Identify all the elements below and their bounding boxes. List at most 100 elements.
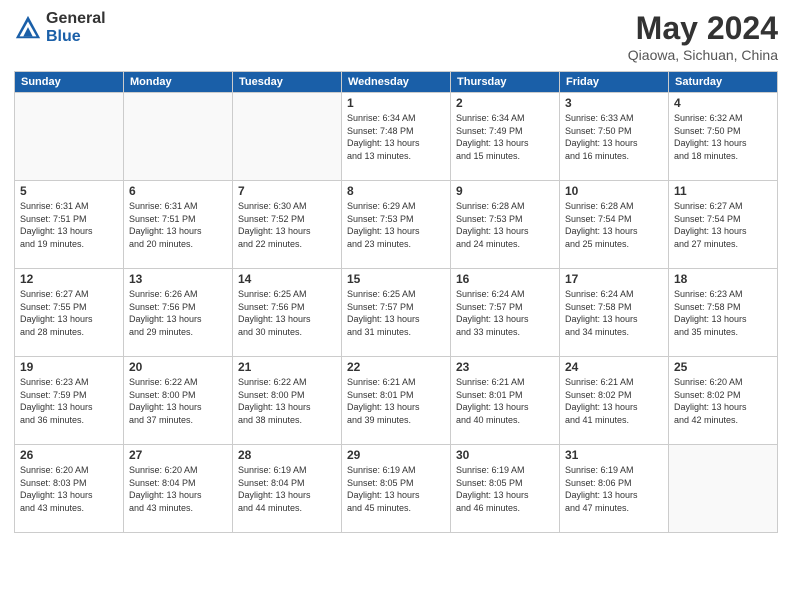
day-number: 11	[674, 184, 772, 198]
day-number: 2	[456, 96, 554, 110]
day-number: 21	[238, 360, 336, 374]
day-info: Sunrise: 6:25 AM Sunset: 7:56 PM Dayligh…	[238, 288, 336, 338]
day-number: 14	[238, 272, 336, 286]
day-info: Sunrise: 6:20 AM Sunset: 8:02 PM Dayligh…	[674, 376, 772, 426]
calendar-cell	[124, 93, 233, 181]
day-number: 17	[565, 272, 663, 286]
week-row-4: 19 Sunrise: 6:23 AM Sunset: 7:59 PM Dayli…	[15, 357, 778, 445]
calendar-cell	[233, 93, 342, 181]
day-info: Sunrise: 6:19 AM Sunset: 8:05 PM Dayligh…	[347, 464, 445, 514]
day-info: Sunrise: 6:29 AM Sunset: 7:53 PM Dayligh…	[347, 200, 445, 250]
calendar-cell: 10Sunrise: 6:28 AM Sunset: 7:54 PM Dayli…	[560, 181, 669, 269]
header: General Blue May 2024 Qiaowa, Sichuan, C…	[14, 10, 778, 63]
calendar-cell: 29 Sunrise: 6:19 AM Sunset: 8:05 PM Dayli…	[342, 445, 451, 533]
calendar-cell: 25Sunrise: 6:20 AM Sunset: 8:02 PM Dayli…	[669, 357, 778, 445]
day-number: 23	[456, 360, 554, 374]
day-number: 29	[347, 448, 445, 462]
day-number: 13	[129, 272, 227, 286]
day-info: Sunrise: 6:27 AM Sunset: 7:55 PM Dayligh…	[20, 288, 118, 338]
location-title: Qiaowa, Sichuan, China	[628, 47, 778, 63]
col-saturday: Saturday	[669, 72, 778, 93]
day-number: 22	[347, 360, 445, 374]
calendar-cell: 13 Sunrise: 6:26 AM Sunset: 7:56 PM Dayli…	[124, 269, 233, 357]
day-info: Sunrise: 6:34 AM Sunset: 7:49 PM Dayligh…	[456, 112, 554, 162]
calendar-cell: 6Sunrise: 6:31 AM Sunset: 7:51 PM Daylig…	[124, 181, 233, 269]
day-number: 16	[456, 272, 554, 286]
calendar-cell: 4 Sunrise: 6:32 AM Sunset: 7:50 PM Daylig…	[669, 93, 778, 181]
day-number: 26	[20, 448, 118, 462]
day-info: Sunrise: 6:20 AM Sunset: 8:04 PM Dayligh…	[129, 464, 227, 514]
col-tuesday: Tuesday	[233, 72, 342, 93]
month-title: May 2024	[628, 10, 778, 47]
day-number: 4	[674, 96, 772, 110]
calendar-cell: 14 Sunrise: 6:25 AM Sunset: 7:56 PM Dayli…	[233, 269, 342, 357]
calendar-cell: 9 Sunrise: 6:28 AM Sunset: 7:53 PM Daylig…	[451, 181, 560, 269]
calendar-cell: 8 Sunrise: 6:29 AM Sunset: 7:53 PM Daylig…	[342, 181, 451, 269]
calendar-cell: 27 Sunrise: 6:20 AM Sunset: 8:04 PM Dayli…	[124, 445, 233, 533]
day-info: Sunrise: 6:24 AM Sunset: 7:58 PM Dayligh…	[565, 288, 663, 338]
day-info: Sunrise: 6:22 AM Sunset: 8:00 PM Dayligh…	[238, 376, 336, 426]
calendar-cell: 3 Sunrise: 6:33 AM Sunset: 7:50 PM Daylig…	[560, 93, 669, 181]
calendar-cell	[669, 445, 778, 533]
calendar-cell: 22 Sunrise: 6:21 AM Sunset: 8:01 PM Dayli…	[342, 357, 451, 445]
calendar-cell: 16Sunrise: 6:24 AM Sunset: 7:57 PM Dayli…	[451, 269, 560, 357]
week-row-2: 5Sunrise: 6:31 AM Sunset: 7:51 PM Daylig…	[15, 181, 778, 269]
calendar-cell: 23 Sunrise: 6:21 AM Sunset: 8:01 PM Dayli…	[451, 357, 560, 445]
day-number: 6	[129, 184, 227, 198]
day-number: 19	[20, 360, 118, 374]
day-info: Sunrise: 6:30 AM Sunset: 7:52 PM Dayligh…	[238, 200, 336, 250]
day-number: 1	[347, 96, 445, 110]
calendar-cell	[15, 93, 124, 181]
calendar-cell: 19 Sunrise: 6:23 AM Sunset: 7:59 PM Dayli…	[15, 357, 124, 445]
day-info: Sunrise: 6:23 AM Sunset: 7:59 PM Dayligh…	[20, 376, 118, 426]
col-thursday: Thursday	[451, 72, 560, 93]
calendar-cell: 11 Sunrise: 6:27 AM Sunset: 7:54 PM Dayli…	[669, 181, 778, 269]
calendar-cell: 30Sunrise: 6:19 AM Sunset: 8:05 PM Dayli…	[451, 445, 560, 533]
day-number: 28	[238, 448, 336, 462]
day-info: Sunrise: 6:19 AM Sunset: 8:06 PM Dayligh…	[565, 464, 663, 514]
day-info: Sunrise: 6:22 AM Sunset: 8:00 PM Dayligh…	[129, 376, 227, 426]
calendar-cell: 24Sunrise: 6:21 AM Sunset: 8:02 PM Dayli…	[560, 357, 669, 445]
day-number: 24	[565, 360, 663, 374]
day-number: 9	[456, 184, 554, 198]
week-row-1: 1 Sunrise: 6:34 AM Sunset: 7:48 PM Daylig…	[15, 93, 778, 181]
calendar-cell: 7Sunrise: 6:30 AM Sunset: 7:52 PM Daylig…	[233, 181, 342, 269]
calendar-cell: 2 Sunrise: 6:34 AM Sunset: 7:49 PM Daylig…	[451, 93, 560, 181]
day-info: Sunrise: 6:27 AM Sunset: 7:54 PM Dayligh…	[674, 200, 772, 250]
calendar-cell: 28 Sunrise: 6:19 AM Sunset: 8:04 PM Dayli…	[233, 445, 342, 533]
calendar-cell: 18Sunrise: 6:23 AM Sunset: 7:58 PM Dayli…	[669, 269, 778, 357]
day-info: Sunrise: 6:19 AM Sunset: 8:04 PM Dayligh…	[238, 464, 336, 514]
calendar-cell: 12 Sunrise: 6:27 AM Sunset: 7:55 PM Dayli…	[15, 269, 124, 357]
calendar-cell: 31Sunrise: 6:19 AM Sunset: 8:06 PM Dayli…	[560, 445, 669, 533]
logo-icon	[14, 14, 42, 42]
day-number: 3	[565, 96, 663, 110]
calendar-cell: 5Sunrise: 6:31 AM Sunset: 7:51 PM Daylig…	[15, 181, 124, 269]
col-friday: Friday	[560, 72, 669, 93]
logo-text: General Blue	[46, 10, 106, 45]
day-number: 27	[129, 448, 227, 462]
week-row-5: 26Sunrise: 6:20 AM Sunset: 8:03 PM Dayli…	[15, 445, 778, 533]
day-number: 12	[20, 272, 118, 286]
calendar-cell: 1 Sunrise: 6:34 AM Sunset: 7:48 PM Daylig…	[342, 93, 451, 181]
day-info: Sunrise: 6:25 AM Sunset: 7:57 PM Dayligh…	[347, 288, 445, 338]
day-info: Sunrise: 6:26 AM Sunset: 7:56 PM Dayligh…	[129, 288, 227, 338]
day-info: Sunrise: 6:23 AM Sunset: 7:58 PM Dayligh…	[674, 288, 772, 338]
title-block: May 2024 Qiaowa, Sichuan, China	[628, 10, 778, 63]
day-number: 10	[565, 184, 663, 198]
day-number: 5	[20, 184, 118, 198]
day-info: Sunrise: 6:28 AM Sunset: 7:53 PM Dayligh…	[456, 200, 554, 250]
day-info: Sunrise: 6:34 AM Sunset: 7:48 PM Dayligh…	[347, 112, 445, 162]
day-info: Sunrise: 6:21 AM Sunset: 8:01 PM Dayligh…	[456, 376, 554, 426]
calendar-cell: 26Sunrise: 6:20 AM Sunset: 8:03 PM Dayli…	[15, 445, 124, 533]
day-number: 8	[347, 184, 445, 198]
calendar-header-row: Sunday Monday Tuesday Wednesday Thursday…	[15, 72, 778, 93]
logo-general: General	[46, 10, 106, 28]
week-row-3: 12 Sunrise: 6:27 AM Sunset: 7:55 PM Dayli…	[15, 269, 778, 357]
day-info: Sunrise: 6:32 AM Sunset: 7:50 PM Dayligh…	[674, 112, 772, 162]
col-sunday: Sunday	[15, 72, 124, 93]
logo: General Blue	[14, 10, 106, 45]
col-monday: Monday	[124, 72, 233, 93]
day-info: Sunrise: 6:33 AM Sunset: 7:50 PM Dayligh…	[565, 112, 663, 162]
logo-blue: Blue	[46, 28, 106, 46]
day-info: Sunrise: 6:21 AM Sunset: 8:01 PM Dayligh…	[347, 376, 445, 426]
